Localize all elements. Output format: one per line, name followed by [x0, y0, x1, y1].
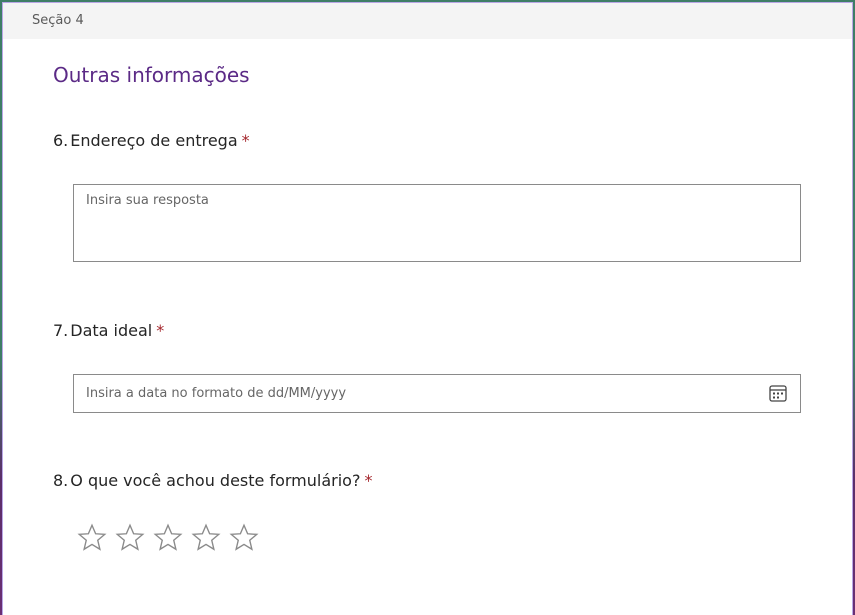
question-number: 8.	[53, 471, 69, 490]
required-asterisk: *	[364, 471, 373, 490]
date-placeholder: Insira a data no formato de dd/MM/yyyy	[86, 386, 347, 401]
star-icon[interactable]	[153, 523, 183, 553]
address-textarea[interactable]: Insira sua resposta	[73, 184, 801, 262]
question-number: 7.	[53, 321, 69, 340]
calendar-icon[interactable]	[768, 383, 788, 403]
question-text: Endereço de entrega	[70, 131, 238, 150]
section-title: Outras informações	[53, 63, 250, 87]
question-7-label: 7. Data ideal *	[53, 321, 164, 340]
question-8-label: 8. O que você achou deste formulário? *	[53, 471, 372, 490]
form-section-card: Seção 4 Outras informações 6. Endereço de…	[2, 2, 853, 615]
question-6-label: 6. Endereço de entrega *	[53, 131, 250, 150]
date-input[interactable]: Insira a data no formato de dd/MM/yyyy	[73, 374, 801, 413]
rating-stars	[77, 523, 259, 553]
star-icon[interactable]	[115, 523, 145, 553]
star-icon[interactable]	[77, 523, 107, 553]
question-number: 6.	[53, 131, 69, 150]
required-asterisk: *	[156, 321, 165, 340]
question-text: Data ideal	[70, 321, 153, 340]
question-text: O que você achou deste formulário?	[70, 471, 361, 490]
required-asterisk: *	[241, 131, 250, 150]
star-icon[interactable]	[191, 523, 221, 553]
star-icon[interactable]	[229, 523, 259, 553]
address-placeholder: Insira sua resposta	[86, 193, 209, 208]
section-header: Seção 4	[3, 3, 852, 39]
